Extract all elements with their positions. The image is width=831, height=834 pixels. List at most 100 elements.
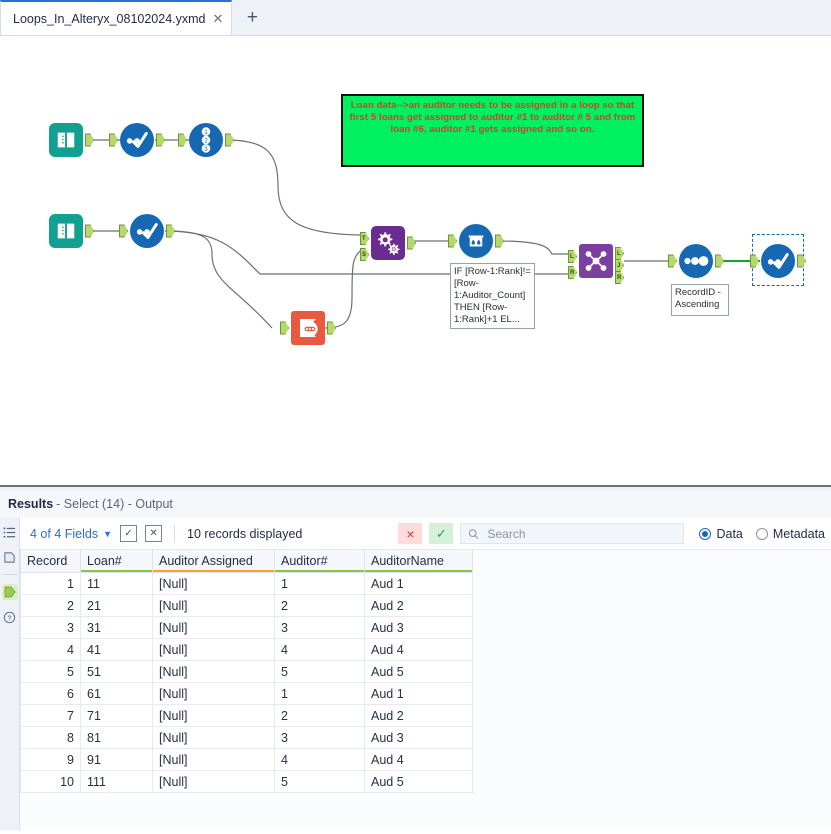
table-row[interactable]: 9 91 [Null] 4 Aud 4 bbox=[20, 748, 473, 771]
input-data-tool-2[interactable] bbox=[49, 214, 94, 248]
summarize-tool-1[interactable] bbox=[280, 311, 336, 345]
cell-auditor-name: Aud 5 bbox=[364, 660, 473, 683]
cell-auditor-name: Aud 3 bbox=[364, 726, 473, 749]
tab-bar: Loops_In_Alteryx_08102024.yxmd ✕ + bbox=[0, 0, 831, 36]
cell-auditor-num: 4 bbox=[274, 748, 365, 771]
table-row[interactable]: 6 61 [Null] 1 Aud 1 bbox=[20, 682, 473, 705]
table-row[interactable]: 5 51 [Null] 5 Aud 5 bbox=[20, 660, 473, 683]
results-toolbar: 4 of 4 Fields ▼ ✓ ✕ 10 records displayed… bbox=[20, 518, 831, 550]
cell-auditor-assigned: [Null] bbox=[152, 660, 275, 683]
input-anchor[interactable] bbox=[109, 133, 118, 147]
sort-tool-1[interactable] bbox=[668, 244, 724, 278]
join-right-output-anchor[interactable]: R bbox=[615, 271, 624, 284]
table-row[interactable]: 4 41 [Null] 4 Aud 4 bbox=[20, 638, 473, 661]
confirm-button[interactable]: ✓ bbox=[429, 523, 454, 544]
table-row[interactable]: 8 81 [Null] 3 Aud 3 bbox=[20, 726, 473, 749]
cell-auditor-name: Aud 4 bbox=[364, 638, 473, 661]
cancel-button[interactable]: × bbox=[398, 523, 423, 544]
cell-auditor-num: 1 bbox=[274, 572, 365, 595]
search-input[interactable] bbox=[485, 525, 677, 542]
help-icon[interactable]: ? bbox=[2, 609, 18, 625]
search-box[interactable] bbox=[460, 523, 685, 544]
select-tool-1[interactable] bbox=[109, 123, 165, 157]
output-anchor[interactable] bbox=[85, 224, 94, 238]
workflow-canvas[interactable]: Loan data-->an auditor needs to be assig… bbox=[0, 36, 831, 485]
append-fields-tool-1[interactable]: T S bbox=[360, 226, 416, 261]
comment-text: Loan data-->an auditor needs to be assig… bbox=[349, 100, 636, 136]
output-anchor[interactable] bbox=[327, 321, 336, 335]
table-row[interactable]: 10 111 [Null] 5 Aud 5 bbox=[20, 770, 473, 793]
cell-auditor-assigned: [Null] bbox=[152, 572, 275, 595]
column-header-record[interactable]: Record bbox=[20, 550, 81, 573]
input-anchor[interactable] bbox=[668, 254, 677, 268]
toolbar-right-group: × ✓ Data Metadata bbox=[398, 523, 825, 544]
record-id-icon: 1 2 3 bbox=[189, 123, 223, 157]
select-icon bbox=[761, 244, 795, 278]
output-anchor[interactable] bbox=[715, 254, 724, 268]
append-source-input-anchor[interactable]: S bbox=[360, 248, 369, 261]
cell-auditor-name: Aud 2 bbox=[364, 704, 473, 727]
comment-annotation[interactable]: Loan data-->an auditor needs to be assig… bbox=[341, 94, 644, 167]
radio-data[interactable]: Data bbox=[699, 527, 743, 541]
output-anchor[interactable] bbox=[407, 236, 416, 250]
append-target-input-anchor[interactable]: T bbox=[360, 232, 369, 245]
column-header-loan[interactable]: Loan# bbox=[80, 550, 153, 573]
close-icon[interactable]: ✕ bbox=[213, 12, 224, 25]
column-header-auditor-num[interactable]: Auditor# bbox=[274, 550, 365, 573]
svg-text:?: ? bbox=[7, 613, 11, 622]
sort-tool-note[interactable]: RecordID - Ascending bbox=[671, 284, 729, 316]
multi-row-formula-tool-1[interactable] bbox=[448, 224, 504, 258]
output-anchor[interactable] bbox=[156, 133, 165, 147]
sidebar-divider bbox=[2, 574, 17, 575]
cell-auditor-name: Aud 2 bbox=[364, 594, 473, 617]
radio-metadata[interactable]: Metadata bbox=[755, 527, 825, 541]
join-tool-1[interactable]: L R L J R bbox=[568, 244, 624, 284]
x-box-icon[interactable]: ✕ bbox=[145, 525, 163, 542]
input-anchor[interactable] bbox=[178, 133, 187, 147]
join-right-input-anchor[interactable]: R bbox=[568, 266, 577, 279]
output-anchor-icon[interactable] bbox=[1, 584, 18, 600]
cell-auditor-num: 3 bbox=[274, 616, 365, 639]
join-join-output-anchor[interactable]: J bbox=[615, 259, 624, 272]
output-anchor[interactable] bbox=[166, 224, 175, 238]
record-id-tool-1[interactable]: 1 2 3 bbox=[178, 123, 234, 157]
column-header-auditor-name[interactable]: AuditorName bbox=[364, 550, 473, 573]
cell-auditor-name: Aud 4 bbox=[364, 748, 473, 771]
table-row[interactable]: 7 71 [Null] 2 Aud 2 bbox=[20, 704, 473, 727]
join-left-input-anchor[interactable]: L bbox=[568, 250, 577, 263]
radio-metadata-dot bbox=[755, 527, 768, 540]
chevron-down-icon: ▼ bbox=[103, 528, 113, 539]
input-anchor[interactable] bbox=[119, 224, 128, 238]
cell-auditor-name: Aud 5 bbox=[364, 770, 473, 793]
select-tool-3-selected[interactable] bbox=[750, 244, 806, 278]
output-anchor[interactable] bbox=[495, 234, 504, 248]
cell-auditor-num: 5 bbox=[274, 660, 365, 683]
table-row[interactable]: 3 31 [Null] 3 Aud 3 bbox=[20, 616, 473, 639]
input-anchor[interactable] bbox=[448, 234, 457, 248]
join-left-output-anchor[interactable]: L bbox=[615, 247, 624, 260]
results-grid[interactable]: Record Loan# Auditor Assigned Auditor# A… bbox=[20, 550, 831, 830]
column-header-auditor-assigned[interactable]: Auditor Assigned bbox=[152, 550, 275, 573]
fields-selector[interactable]: 4 of 4 Fields ▼ bbox=[30, 527, 112, 541]
input-data-icon bbox=[49, 123, 83, 157]
join-icon bbox=[579, 244, 613, 278]
new-tab-button[interactable]: + bbox=[232, 1, 272, 35]
workflow-tab[interactable]: Loops_In_Alteryx_08102024.yxmd ✕ bbox=[0, 0, 233, 35]
cell-loan: 51 bbox=[80, 660, 153, 683]
list-icon[interactable] bbox=[2, 524, 18, 540]
multi-row-formula-note[interactable]: IF [Row-1:Rank]!=[Row-1:Auditor_Count] T… bbox=[450, 263, 535, 329]
sort-icon bbox=[679, 244, 713, 278]
output-anchor[interactable] bbox=[797, 254, 806, 268]
check-box-icon[interactable]: ✓ bbox=[120, 525, 138, 542]
output-anchor[interactable] bbox=[225, 133, 234, 147]
table-row[interactable]: 1 11 [Null] 1 Aud 1 bbox=[20, 572, 473, 595]
output-anchor[interactable] bbox=[85, 133, 94, 147]
select-tool-2[interactable] bbox=[119, 214, 175, 248]
cell-record: 4 bbox=[20, 638, 81, 661]
input-data-tool-1[interactable] bbox=[49, 123, 94, 157]
table-row[interactable]: 2 21 [Null] 2 Aud 2 bbox=[20, 594, 473, 617]
cell-auditor-assigned: [Null] bbox=[152, 682, 275, 705]
panel-icon[interactable] bbox=[2, 549, 18, 565]
results-table: Record Loan# Auditor Assigned Auditor# A… bbox=[20, 550, 473, 793]
input-anchor[interactable] bbox=[280, 321, 289, 335]
